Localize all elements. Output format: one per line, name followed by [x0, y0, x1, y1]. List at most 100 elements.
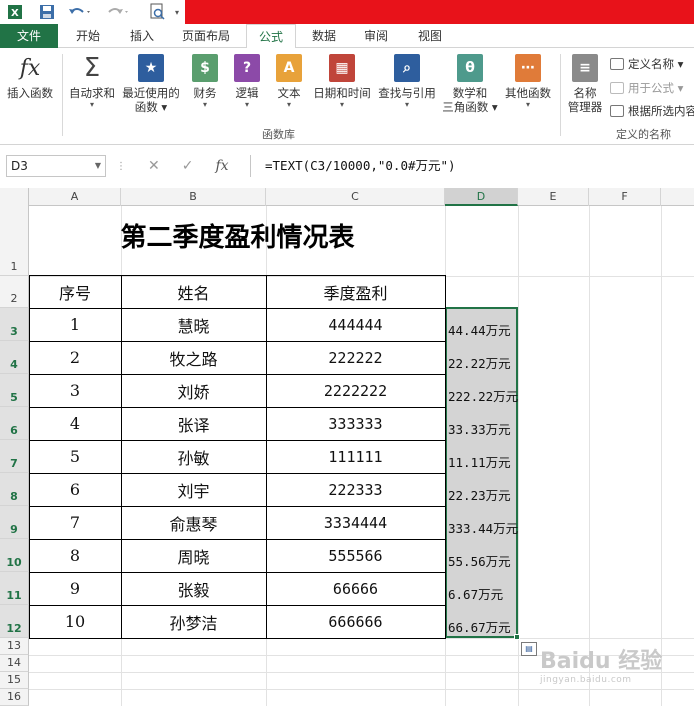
table-cell-name[interactable]: 张毅	[121, 572, 266, 605]
table-cell-name[interactable]: 周晓	[121, 539, 266, 572]
save-icon[interactable]	[38, 3, 56, 21]
worksheet-grid[interactable]: A B C D E F 1 2 3 4 5 6 7 8 9 10 11 12 1…	[0, 188, 694, 706]
table-cell-profit[interactable]: 3334444	[266, 506, 445, 539]
table-cell-no[interactable]: 6	[29, 473, 121, 506]
row-header[interactable]: 15	[0, 672, 29, 689]
column-header-d[interactable]: D	[445, 188, 518, 206]
row-header[interactable]: 5	[0, 374, 29, 407]
row-header[interactable]: 10	[0, 539, 29, 572]
tab-formulas[interactable]: 公式	[246, 24, 296, 49]
tab-file[interactable]: 文件	[0, 24, 58, 48]
table-cell-profit[interactable]: 555566	[266, 539, 445, 572]
result-cell[interactable]: 333.44万元	[448, 506, 518, 537]
name-manager-button[interactable]: ≡ 名称 管理器	[564, 54, 606, 114]
row-header[interactable]: 4	[0, 341, 29, 374]
table-cell-name[interactable]: 牧之路	[121, 341, 266, 374]
use-in-formula-button[interactable]: 用于公式 ▾	[610, 80, 683, 96]
table-cell-no[interactable]: 9	[29, 572, 121, 605]
more-functions-button[interactable]: ⋯ 其他函数 ▾	[502, 54, 554, 110]
customize-qat-icon[interactable]: ▾	[172, 3, 182, 21]
table-cell-name[interactable]: 刘娇	[121, 374, 266, 407]
table-header-cell[interactable]: 序号	[29, 275, 121, 308]
table-cell-profit[interactable]: 66666	[266, 572, 445, 605]
table-header-cell[interactable]: 季度盈利	[266, 275, 445, 308]
table-cell-profit[interactable]: 2222222	[266, 374, 445, 407]
table-cell-name[interactable]: 慧晓	[121, 308, 266, 341]
result-cell[interactable]: 11.11万元	[448, 440, 511, 471]
table-cell-profit[interactable]: 444444	[266, 308, 445, 341]
result-cell[interactable]: 6.67万元	[448, 572, 503, 603]
column-header-e[interactable]: E	[518, 188, 589, 206]
tab-view[interactable]: 视图	[408, 24, 452, 48]
table-cell-profit[interactable]: 666666	[266, 605, 445, 638]
result-cell[interactable]: 22.23万元	[448, 473, 511, 504]
table-cell-no[interactable]: 2	[29, 341, 121, 374]
result-cell[interactable]: 33.33万元	[448, 407, 511, 438]
financial-button[interactable]: $ 财务 ▾	[186, 54, 224, 110]
chevron-down-icon[interactable]: ▼	[95, 156, 101, 176]
logical-button[interactable]: ? 逻辑 ▾	[228, 54, 266, 110]
tab-review[interactable]: 审阅	[354, 24, 398, 48]
table-header-cell[interactable]: 姓名	[121, 275, 266, 308]
text-button[interactable]: A 文本 ▾	[270, 54, 308, 110]
table-cell-name[interactable]: 刘宇	[121, 473, 266, 506]
tab-data[interactable]: 数据	[302, 24, 346, 48]
autosum-button[interactable]: Σ 自动求和 ▾	[66, 53, 118, 110]
insert-function-button[interactable]: fx 插入函数	[4, 54, 56, 101]
table-cell-no[interactable]: 1	[29, 308, 121, 341]
table-cell-no[interactable]: 4	[29, 407, 121, 440]
row-header[interactable]: 12	[0, 605, 29, 638]
tab-insert[interactable]: 插入	[118, 24, 166, 48]
row-header[interactable]: 9	[0, 506, 29, 539]
result-cell[interactable]: 22.22万元	[448, 341, 511, 372]
undo-icon[interactable]	[66, 3, 94, 21]
row-header[interactable]: 13	[0, 638, 29, 655]
tab-page-layout[interactable]: 页面布局	[172, 24, 240, 48]
result-cell[interactable]: 44.44万元	[448, 308, 511, 339]
table-cell-no[interactable]: 5	[29, 440, 121, 473]
table-cell-profit[interactable]: 111111	[266, 440, 445, 473]
math-trig-button[interactable]: θ 数学和 三角函数 ▾	[442, 54, 498, 114]
print-preview-icon[interactable]	[146, 3, 168, 21]
table-cell-name[interactable]: 孙梦洁	[121, 605, 266, 638]
column-header-b[interactable]: B	[121, 188, 266, 206]
table-cell-name[interactable]: 孙敏	[121, 440, 266, 473]
name-box[interactable]: D3 ▼	[6, 155, 106, 177]
tab-home[interactable]: 开始	[64, 24, 112, 48]
create-from-selection-button[interactable]: 根据所选内容	[610, 103, 694, 119]
insert-function-icon[interactable]: fx	[215, 158, 228, 174]
column-header-f[interactable]: F	[589, 188, 661, 206]
row-header[interactable]: 11	[0, 572, 29, 605]
table-cell-profit[interactable]: 222222	[266, 341, 445, 374]
result-cell[interactable]: 66.67万元	[448, 605, 511, 636]
row-header[interactable]: 16	[0, 689, 29, 706]
table-cell-no[interactable]: 10	[29, 605, 121, 638]
row-header[interactable]: 2	[0, 276, 29, 308]
table-cell-no[interactable]: 8	[29, 539, 121, 572]
date-time-button[interactable]: ▦ 日期和时间 ▾	[310, 54, 374, 110]
row-header[interactable]: 7	[0, 440, 29, 473]
cancel-icon[interactable]: ✕	[148, 158, 160, 174]
column-header-a[interactable]: A	[29, 188, 121, 206]
fill-handle[interactable]	[514, 634, 520, 640]
table-cell-name[interactable]: 张译	[121, 407, 266, 440]
result-cell[interactable]: 222.22万元	[448, 374, 518, 405]
define-name-button[interactable]: 定义名称 ▾	[610, 56, 683, 72]
select-all-corner[interactable]	[0, 188, 29, 206]
enter-icon[interactable]: ✓	[182, 158, 194, 174]
auto-fill-options-icon[interactable]: ▤	[521, 642, 537, 656]
row-header[interactable]: 8	[0, 473, 29, 506]
row-header[interactable]: 3	[0, 308, 29, 341]
row-header[interactable]: 14	[0, 655, 29, 672]
redo-icon[interactable]	[104, 3, 132, 21]
formula-input[interactable]: =TEXT(C3/10000,"0.0#万元")	[250, 155, 694, 177]
column-header-c[interactable]: C	[266, 188, 445, 206]
lookup-reference-button[interactable]: ⌕ 查找与引用 ▾	[376, 54, 438, 110]
row-header[interactable]: 1	[0, 206, 29, 276]
table-cell-no[interactable]: 7	[29, 506, 121, 539]
row-header[interactable]: 6	[0, 407, 29, 440]
table-cell-no[interactable]: 3	[29, 374, 121, 407]
recently-used-button[interactable]: ★ 最近使用的 函数 ▾	[120, 54, 182, 114]
table-cell-name[interactable]: 俞惠琴	[121, 506, 266, 539]
table-cell-profit[interactable]: 333333	[266, 407, 445, 440]
